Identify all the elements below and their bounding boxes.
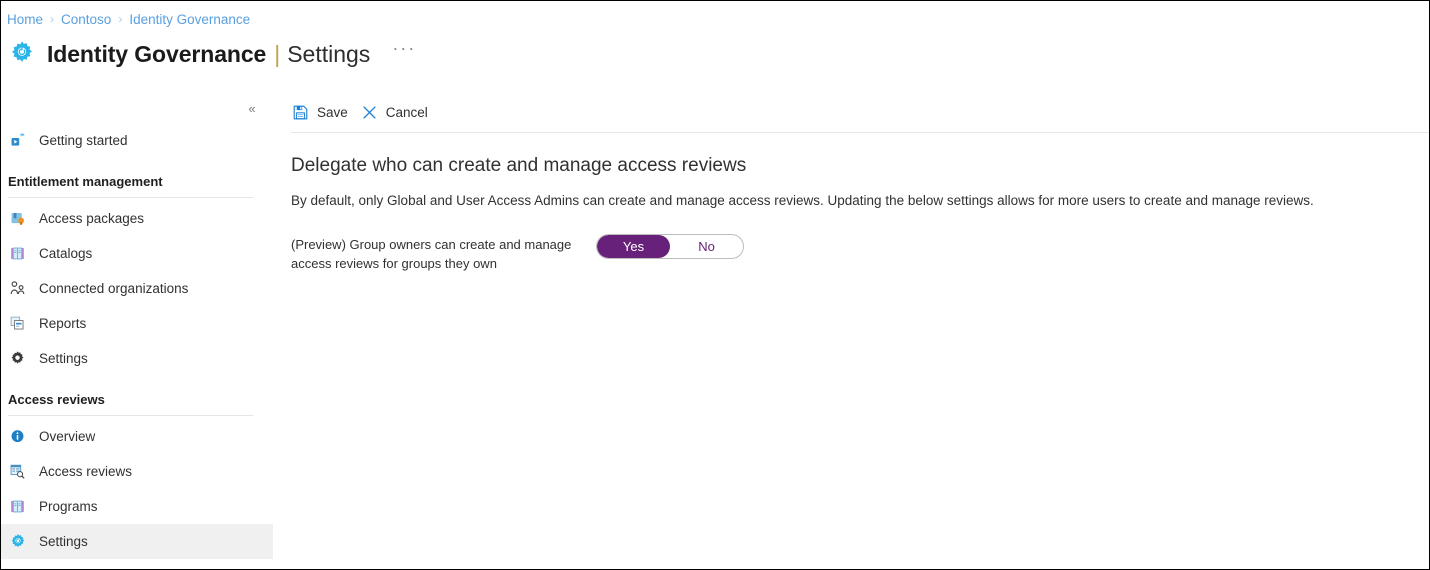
command-bar-divider — [291, 132, 1429, 133]
sidebar-item-access-packages[interactable]: Access packages — [1, 201, 273, 236]
command-bar: Save Cancel — [291, 91, 1428, 129]
collapse-sidebar-icon[interactable]: « — [241, 97, 263, 119]
access-packages-icon — [8, 209, 27, 228]
cancel-button-label: Cancel — [385, 104, 428, 120]
connected-organizations-icon — [8, 279, 27, 298]
sidebar-item-label: Connected organizations — [39, 281, 189, 296]
sidebar-item-settings-entitlement[interactable]: Settings — [1, 341, 273, 376]
sidebar: « Getting started Entitlement management — [1, 91, 273, 569]
sidebar-item-label: Reports — [39, 316, 87, 331]
settings-gear-blue-icon — [8, 532, 27, 551]
sidebar-item-label: Programs — [39, 499, 98, 514]
sidebar-item-label: Access packages — [39, 211, 145, 226]
sidebar-item-label: Overview — [39, 429, 96, 444]
section-heading: Delegate who can create and manage acces… — [291, 155, 747, 176]
sidebar-item-label: Access reviews — [39, 464, 133, 479]
breadcrumb-separator: › — [50, 12, 55, 26]
group-owners-toggle[interactable]: Yes No — [596, 233, 744, 259]
breadcrumb-item-contoso[interactable]: Contoso — [61, 12, 111, 27]
sidebar-nav-list: Getting started Entitlement management A… — [1, 123, 273, 559]
breadcrumb: Home › Contoso › Identity Governance — [7, 9, 250, 29]
overview-info-icon — [8, 427, 27, 446]
cancel-button[interactable]: Cancel — [360, 98, 428, 126]
breadcrumb-separator: › — [118, 12, 123, 26]
sidebar-item-reports[interactable]: Reports — [1, 306, 273, 341]
catalogs-book-icon — [8, 244, 27, 263]
page-title-row: Identity Governance | Settings ··· — [7, 34, 416, 74]
more-options-icon[interactable]: ··· — [392, 39, 416, 57]
sidebar-item-label: Getting started — [39, 133, 128, 148]
sidebar-section-access-reviews: Access reviews — [1, 389, 273, 416]
save-button[interactable]: Save — [291, 98, 348, 126]
toggle-option-no[interactable]: No — [670, 235, 743, 258]
identity-governance-gear-icon — [7, 39, 37, 69]
save-button-label: Save — [317, 104, 348, 120]
sidebar-item-getting-started[interactable]: Getting started — [1, 123, 273, 158]
sidebar-section-title: Access reviews — [8, 392, 105, 407]
sidebar-section-divider — [8, 415, 253, 416]
save-disk-icon — [291, 103, 310, 122]
sidebar-section-entitlement-management: Entitlement management — [1, 171, 273, 198]
title-divider: | — [274, 40, 281, 67]
toggle-option-yes[interactable]: Yes — [597, 234, 670, 258]
settings-gear-icon — [8, 349, 27, 368]
sidebar-section-title: Entitlement management — [8, 174, 163, 189]
page-subtitle: Settings — [287, 40, 371, 67]
sidebar-item-label: Catalogs — [39, 246, 93, 261]
section-description: By default, only Global and User Access … — [291, 192, 1314, 208]
programs-book-icon — [8, 497, 27, 516]
sidebar-item-connected-organizations[interactable]: Connected organizations — [1, 271, 273, 306]
sidebar-item-programs[interactable]: Programs — [1, 489, 273, 524]
breadcrumb-item-identity-governance[interactable]: Identity Governance — [129, 12, 250, 27]
breadcrumb-item-home[interactable]: Home — [7, 12, 43, 27]
sidebar-item-label: Settings — [39, 534, 88, 549]
page-title: Identity Governance — [47, 40, 267, 67]
sidebar-item-settings[interactable]: Settings — [1, 524, 273, 559]
main-content: Save Cancel Delegate who can create and … — [291, 91, 1429, 568]
sidebar-item-label: Settings — [39, 351, 88, 366]
sidebar-item-overview[interactable]: Overview — [1, 419, 273, 454]
setting-label: (Preview) Group owners can create and ma… — [291, 236, 572, 271]
sidebar-item-access-reviews[interactable]: Access reviews — [1, 454, 273, 489]
getting-started-icon — [8, 131, 27, 150]
sidebar-item-catalogs[interactable]: Catalogs — [1, 236, 273, 271]
portal-page: Home › Contoso › Identity Governance Ide… — [0, 0, 1430, 570]
sidebar-section-divider — [8, 197, 253, 198]
cancel-x-icon — [360, 103, 379, 122]
access-reviews-search-icon — [8, 462, 27, 481]
setting-row-group-owners: (Preview) Group owners can create and ma… — [291, 233, 1428, 273]
reports-icon — [8, 314, 27, 333]
